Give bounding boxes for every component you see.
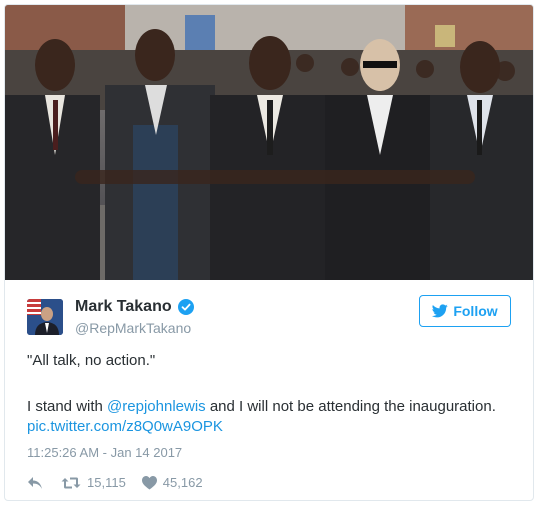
retweet-count: 15,115: [87, 475, 126, 490]
follow-button[interactable]: Follow: [419, 295, 511, 327]
author-handle[interactable]: @RepMarkTakano: [75, 319, 194, 337]
reply-button[interactable]: [27, 476, 43, 490]
tweet-body: I stand with @repjohnlewis and I will no…: [27, 397, 507, 437]
author-display-name[interactable]: Mark Takano: [75, 297, 194, 317]
tweet-photo[interactable]: [5, 5, 533, 280]
tweet-timestamp[interactable]: 11:25:26 AM - Jan 14 2017: [27, 445, 182, 460]
mention-link[interactable]: @repjohnlewis: [107, 398, 206, 415]
heart-icon: [141, 475, 157, 489]
tweet-text-after-mention: and I will not be attending the inaugura…: [205, 398, 496, 415]
like-count: 45,162: [162, 475, 203, 490]
author-names: Mark Takano @RepMarkTakano: [75, 297, 194, 337]
retweet-button[interactable]: 15,115: [61, 475, 126, 490]
tweet-card: Mark Takano @RepMarkTakano Follow "All t…: [4, 4, 534, 501]
pic-link[interactable]: pic.twitter.com/z8Q0wA9OPK: [27, 418, 223, 435]
reply-icon: [28, 476, 42, 489]
tweet-actions: 15,115 45,162: [27, 475, 203, 490]
like-button[interactable]: 45,162: [141, 475, 203, 490]
author-display-name-text[interactable]: Mark Takano: [75, 297, 172, 317]
march-photo-image: [5, 5, 533, 280]
verified-badge-icon: [177, 299, 194, 315]
tweet-text-before-mention: I stand with: [27, 398, 108, 415]
avatar-image: [27, 299, 63, 335]
tweet-author: Mark Takano @RepMarkTakano: [27, 297, 194, 337]
author-avatar[interactable]: [27, 299, 63, 335]
tweet-quote: "All talk, no action.": [27, 352, 156, 369]
retweet-icon: [61, 477, 81, 488]
follow-button-label: Follow: [453, 303, 498, 319]
twitter-bird-icon: [432, 304, 449, 318]
